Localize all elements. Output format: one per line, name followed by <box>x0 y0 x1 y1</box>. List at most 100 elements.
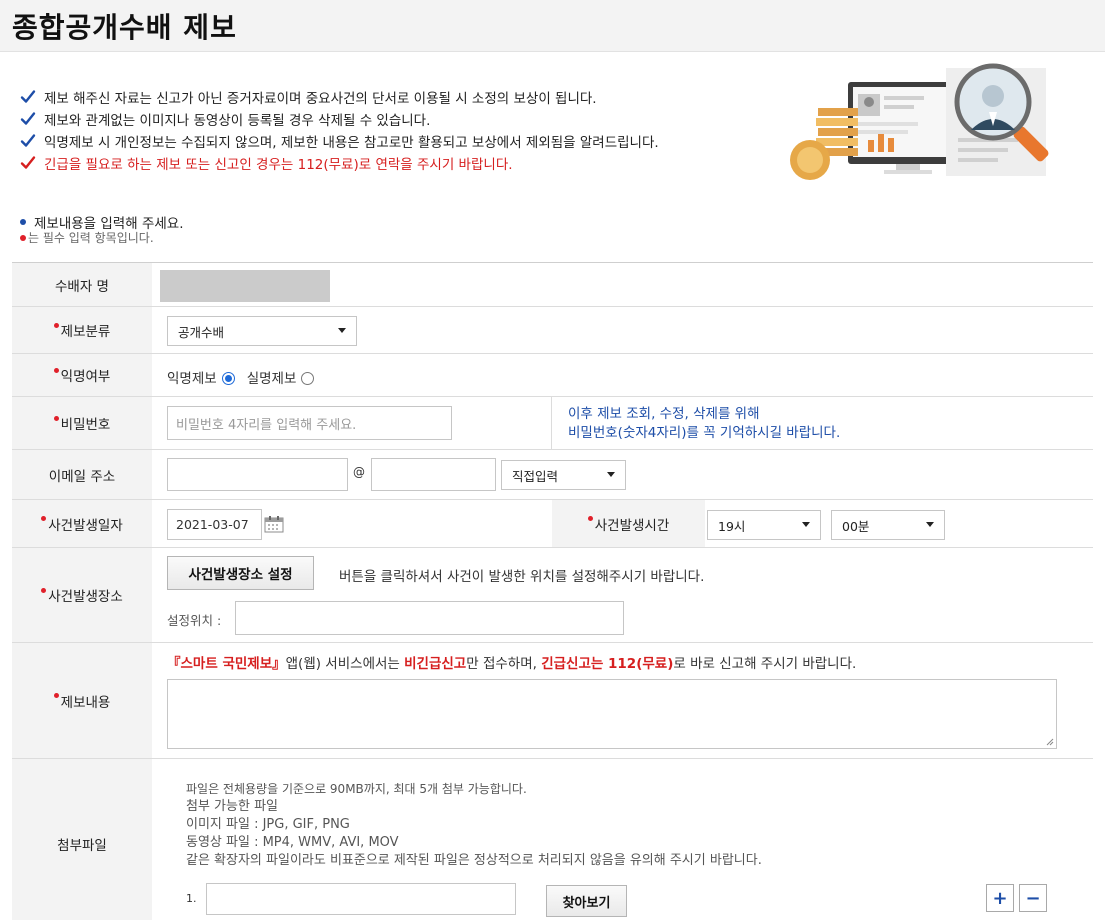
required-dot-icon <box>53 367 59 373</box>
notice-text: 제보와 관계없는 이미지나 동영상이 등록될 경우 삭제될 수 있습니다. <box>44 113 431 129</box>
guide-line: 는 필수 입력 항목입니다. <box>28 231 154 245</box>
label-text: 사건발생일자 <box>48 517 123 534</box>
row-wanted-name: 수배자 명 <box>12 263 1093 307</box>
attachment-guide: 파일은 전체용량을 기준으로 90MB까지, 최대 5개 첨부 가능합니다. 첨… <box>186 780 762 870</box>
attachment-warning: 같은 확장자의 파일이라도 비표준으로 제작된 파일은 정상적으로 처리되지 않… <box>186 853 762 868</box>
label-text: 사건발생시간 <box>594 517 670 534</box>
content-textarea[interactable] <box>167 679 1057 749</box>
label-text: 수배자 명 <box>55 278 109 295</box>
password-hint: 이후 제보 조회, 수정, 삭제를 위해 비밀번호(숫자4자리)를 꼭 기억하시… <box>568 405 840 443</box>
set-location-button[interactable]: 사건발생장소 설정 <box>167 556 314 590</box>
file-path-input[interactable] <box>206 883 516 915</box>
notice-item: 제보와 관계없는 이미지나 동영상이 등록될 경우 삭제될 수 있습니다. <box>20 108 780 130</box>
value-content: 『스마트 국민제보』앱(웹) 서비스에서는 비긴급신고만 접수하며, 긴급신고는… <box>152 643 1093 758</box>
row-category: 제보분류 공개수배 <box>12 307 1093 354</box>
hint-line: 이후 제보 조회, 수정, 삭제를 위해 <box>568 406 760 422</box>
radio-named[interactable] <box>301 371 315 385</box>
notice-nonurgent: 비긴급신고 <box>404 656 467 672</box>
required-dot-icon <box>20 234 26 241</box>
browse-button[interactable]: 찾아보기 <box>546 885 627 917</box>
checkmark-icon <box>20 156 36 169</box>
required-guide: 는 필수 입력 항목입니다. <box>20 229 154 246</box>
at-symbol: @ <box>353 465 365 479</box>
required-dot-icon <box>41 516 47 521</box>
required-dot-icon <box>53 415 59 421</box>
page-title: 종합공개수배 제보 <box>12 11 237 44</box>
content-notice: 『스마트 국민제보』앱(웹) 서비스에서는 비긴급신고만 접수하며, 긴급신고는… <box>167 652 856 672</box>
label-text: 비밀번호 <box>60 417 111 433</box>
checkmark-icon <box>20 90 36 103</box>
row-attachment: 첨부파일 파일은 전체용량을 기준으로 90MB까지, 최대 5개 첨부 가능합… <box>12 759 1093 920</box>
notice-item: 익명제보 시 개인정보는 수집되지 않으며, 제보한 내용은 참고로만 활용되고… <box>20 130 780 152</box>
category-select[interactable]: 공개수배 <box>167 316 357 346</box>
value-category: 공개수배 <box>152 307 1093 353</box>
label-text: 이메일 주소 <box>48 468 116 485</box>
category-selected: 공개수배 <box>178 324 225 340</box>
allowed-title: 첨부 가능한 파일 <box>186 799 278 814</box>
notice-text: 긴급을 필요로 하는 제보 또는 신고인 경우는 112(무료)로 연락을 주시… <box>44 157 513 173</box>
chevron-down-icon <box>802 522 810 527</box>
video-types: 동영상 파일 : MP4, WMV, AVI, MOV <box>186 835 399 850</box>
value-email: @ 직접입력 <box>152 450 1093 499</box>
option-anonymous-label: 익명제보 <box>167 371 217 387</box>
value-anonymity: 익명제보 실명제보 <box>152 354 1093 396</box>
notice-text: 익명제보 시 개인정보는 수집되지 않으며, 제보한 내용은 참고로만 활용되고… <box>44 135 659 151</box>
email-domain-input[interactable] <box>371 458 496 491</box>
image-types: 이미지 파일 : JPG, GIF, PNG <box>186 817 350 832</box>
label-attachment: 첨부파일 <box>12 759 152 920</box>
required-dot-icon <box>41 587 47 593</box>
radio-anonymous[interactable] <box>221 371 235 385</box>
label-incident-place: 사건발생장소 <box>12 548 152 642</box>
chevron-down-icon <box>926 522 934 527</box>
label-anonymity: 익명여부 <box>12 354 152 396</box>
report-form: 수배자 명 제보분류 공개수배 익명여부 익명제보 실명제보 비밀번호 비밀번호 … <box>12 262 1093 920</box>
button-label: 찾아보기 <box>562 895 611 911</box>
button-label: 사건발생장소 설정 <box>188 567 293 583</box>
label-category: 제보분류 <box>12 307 152 353</box>
checkmark-icon <box>20 112 36 125</box>
incident-date-value: 2021-03-07 <box>176 517 249 532</box>
email-domain-select[interactable]: 직접입력 <box>501 460 626 490</box>
report-illustration <box>790 63 1049 180</box>
hint-line: 비밀번호(숫자4자리)를 꼭 기억하시길 바랍니다. <box>568 425 841 441</box>
notice-item: 제보 해주신 자료는 신고가 아닌 증거자료이며 중요사건의 단서로 이용될 시… <box>20 86 780 108</box>
value-wanted-name <box>152 263 1093 306</box>
value-incident-datetime: 2021-03-07 사건발생시간 19시 00분 <box>152 500 1093 547</box>
label-text: 제보분류 <box>60 324 111 340</box>
attachment-limit: 파일은 전체용량을 기준으로 90MB까지, 최대 5개 첨부 가능합니다. <box>186 782 527 796</box>
resize-grip-icon[interactable] <box>1046 738 1054 746</box>
remove-file-button[interactable]: − <box>1019 884 1047 912</box>
row-content: 제보내용 『스마트 국민제보』앱(웹) 서비스에서는 비긴급신고만 접수하며, … <box>12 643 1093 759</box>
chevron-down-icon <box>338 328 346 333</box>
divider <box>551 397 552 449</box>
value-password: 비밀번호 4자리를 입력해 주세요. 이후 제보 조회, 수정, 삭제를 위해 … <box>152 397 1093 449</box>
row-incident-datetime: 사건발생일자 2021-03-07 사건발생시간 19시 00분 <box>12 500 1093 548</box>
minus-icon: − <box>1025 887 1041 909</box>
row-password: 비밀번호 비밀번호 4자리를 입력해 주세요. 이후 제보 조회, 수정, 삭제… <box>12 397 1093 450</box>
incident-date-input[interactable]: 2021-03-07 <box>167 509 262 540</box>
notice-segment: 로 바로 신고해 주시기 바랍니다. <box>673 656 857 672</box>
location-label: 설정위치 : <box>167 613 222 628</box>
label-text: 익명여부 <box>60 369 111 385</box>
label-incident-time: 사건발생시간 <box>552 500 705 547</box>
option-named-label: 실명제보 <box>246 371 297 387</box>
password-input[interactable]: 비밀번호 4자리를 입력해 주세요. <box>167 406 452 440</box>
minute-value: 00분 <box>842 518 870 534</box>
notice-segment: 만 접수하며, <box>466 656 542 672</box>
value-incident-place: 사건발생장소 설정 버튼을 클릭하셔서 사건이 발생한 위치를 설정해주시기 바… <box>152 548 1093 642</box>
incident-minute-select[interactable]: 00분 <box>831 510 945 540</box>
label-password: 비밀번호 <box>12 397 152 449</box>
hour-value: 19시 <box>718 518 746 534</box>
calendar-icon[interactable] <box>264 515 284 533</box>
incident-hour-select[interactable]: 19시 <box>707 510 821 540</box>
row-anonymity: 익명여부 익명제보 실명제보 <box>12 354 1093 397</box>
file-index: 1. <box>186 892 197 905</box>
label-email: 이메일 주소 <box>12 450 152 499</box>
plus-icon: + <box>992 887 1008 909</box>
add-file-button[interactable]: + <box>986 884 1014 912</box>
password-placeholder: 비밀번호 4자리를 입력해 주세요. <box>176 417 357 433</box>
label-text: 첨부파일 <box>57 838 107 854</box>
email-local-input[interactable] <box>167 458 348 491</box>
required-dot-icon <box>53 693 59 698</box>
location-input[interactable] <box>235 601 624 635</box>
